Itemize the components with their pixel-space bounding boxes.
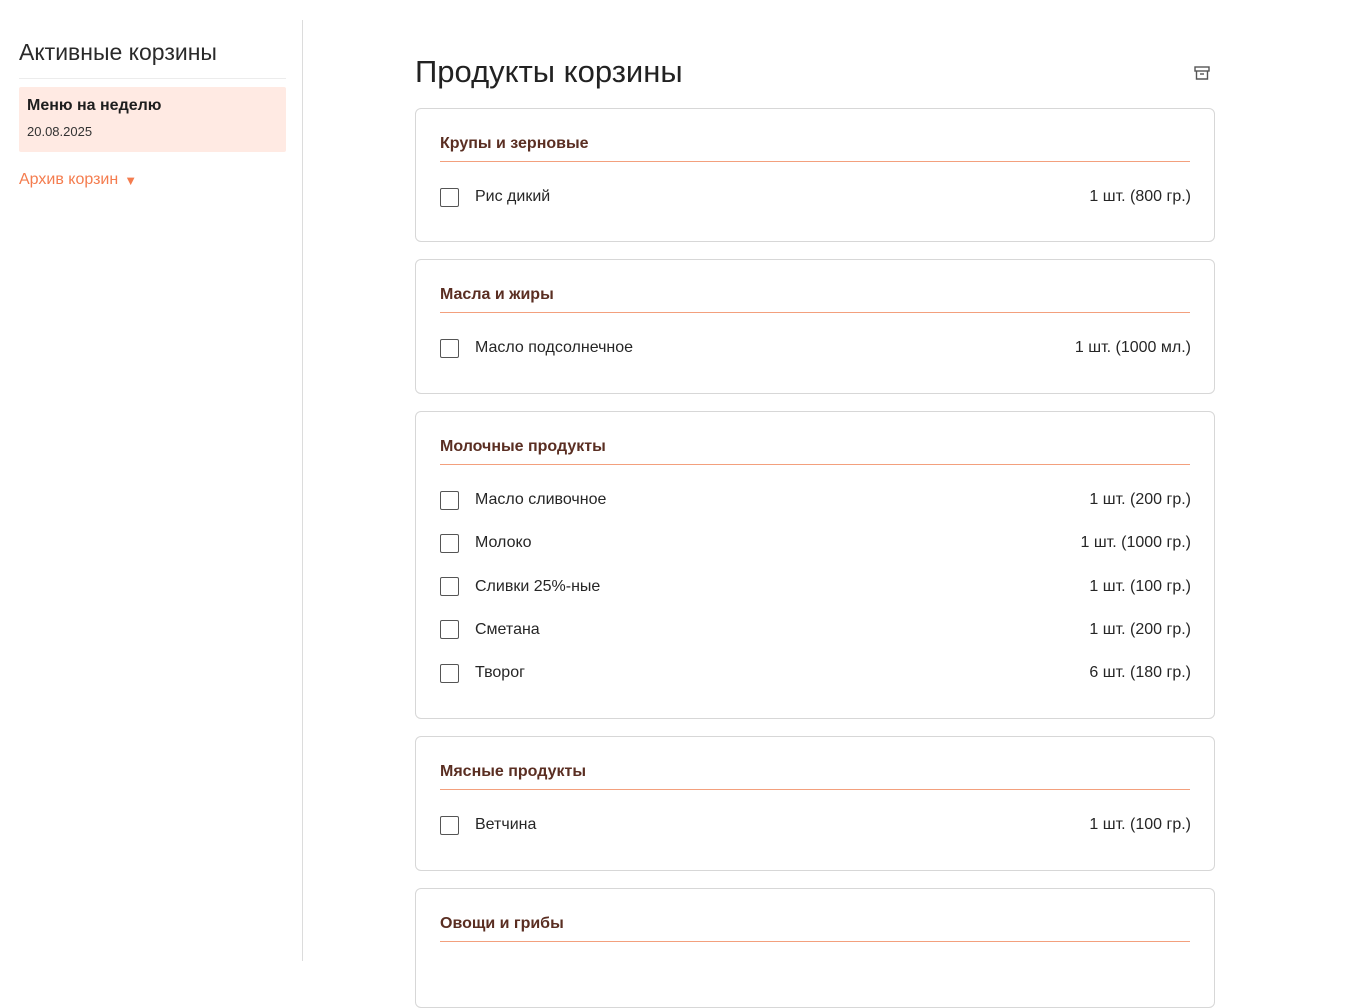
product-quantity: 1 шт. (100 гр.) xyxy=(1089,816,1191,833)
product-row: Сметана 1 шт. (200 гр.) xyxy=(440,615,1191,645)
product-quantity: 1 шт. (1000 мл.) xyxy=(1074,339,1191,356)
archive-button[interactable] xyxy=(1190,62,1214,84)
product-checkbox[interactable] xyxy=(440,338,459,358)
product-quantity: 1 шт. (200 гр.) xyxy=(1089,491,1191,508)
product-name: Молоко xyxy=(475,534,532,552)
product-row: Масло подсолнечное 1 шт. (1000 мл.) xyxy=(440,333,1191,363)
sidebar-divider xyxy=(19,78,286,79)
archive-box-icon xyxy=(1194,66,1210,80)
product-checkbox[interactable] xyxy=(440,620,459,640)
category-title: Масла и жиры xyxy=(440,286,554,303)
product-name: Масло сливочное xyxy=(475,491,607,508)
category-card: Мясные продукты Ветчина 1 шт. (100 гр.) xyxy=(415,736,1215,871)
product-checkbox[interactable] xyxy=(440,490,459,510)
category-title: Крупы и зерновые xyxy=(440,135,589,152)
cart-name: Меню на неделю xyxy=(27,97,162,114)
product-row: Творог 6 шт. (180 гр.) xyxy=(440,658,1191,688)
sidebar: Активные корзины Меню на неделю 20.08.20… xyxy=(0,20,303,961)
cart-item-active[interactable]: Меню на неделю 20.08.2025 xyxy=(19,87,286,152)
category-divider xyxy=(440,789,1190,790)
category-divider xyxy=(440,941,1190,942)
category-divider xyxy=(440,161,1190,162)
product-row: Рис дикий 1 шт. (800 гр.) xyxy=(440,182,1191,212)
product-name: Масло подсолнечное xyxy=(475,339,634,356)
category-card: Масла и жиры Масло подсолнечное 1 шт. (100… xyxy=(415,259,1215,394)
product-row: Масло сливочное 1 шт. (200 гр.) xyxy=(440,485,1191,515)
product-name: Сметана xyxy=(475,620,540,638)
category-card: Молочные продукты Масло сливочное 1 шт. (2… xyxy=(415,411,1215,719)
category-title: Овощи и грибы xyxy=(440,915,564,932)
triangle-down-icon: ▼ xyxy=(124,172,138,188)
product-name: Сливки 25%-ные xyxy=(475,577,601,595)
product-name: Ветчина xyxy=(475,816,537,833)
product-checkbox[interactable] xyxy=(440,533,459,553)
product-quantity: 1 шт. (1000 гр.) xyxy=(1080,534,1192,552)
product-row: Сливки 25%-ные 1 шт. (100 гр.) xyxy=(440,572,1191,602)
category-title: Мясные продукты xyxy=(440,763,586,780)
product-quantity: 1 шт. (800 гр.) xyxy=(1089,188,1191,205)
category-title: Молочные продукты xyxy=(440,438,606,455)
page-title: Продукты корзины xyxy=(415,54,683,89)
archive-carts-toggle[interactable]: Архив корзин ▼ xyxy=(19,171,137,189)
product-checkbox[interactable] xyxy=(440,815,459,835)
sidebar-title: Активные корзины xyxy=(19,39,217,65)
product-name: Творог xyxy=(475,664,525,681)
product-quantity: 1 шт. (100 гр.) xyxy=(1089,577,1191,595)
category-card: Овощи и грибы xyxy=(415,888,1215,1008)
product-quantity: 6 шт. (180 гр.) xyxy=(1089,664,1191,681)
product-quantity: 1 шт. (200 гр.) xyxy=(1089,620,1191,638)
product-name: Рис дикий xyxy=(475,188,551,205)
product-checkbox[interactable] xyxy=(440,187,459,207)
product-checkbox[interactable] xyxy=(440,663,459,683)
category-divider xyxy=(440,464,1190,465)
cart-date: 20.08.2025 xyxy=(27,124,93,139)
category-divider xyxy=(440,312,1190,313)
product-checkbox[interactable] xyxy=(440,577,459,596)
category-card: Крупы и зерновые Рис дикий 1 шт. (800 гр.) xyxy=(415,108,1215,242)
product-row: Ветчина 1 шт. (100 гр.) xyxy=(440,810,1191,840)
archive-carts-label: Архив корзин xyxy=(19,171,119,188)
product-row: Молоко 1 шт. (1000 гр.) xyxy=(440,528,1191,558)
